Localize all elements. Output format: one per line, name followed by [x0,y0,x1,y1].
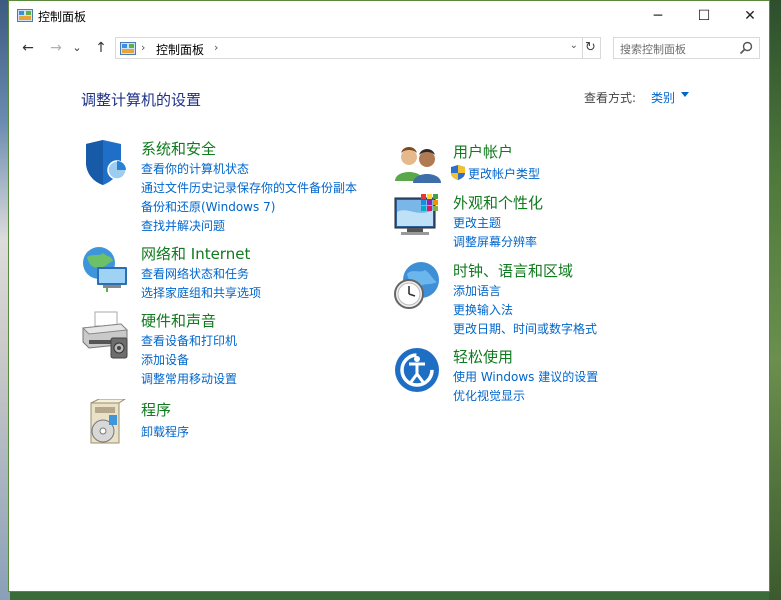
minimize-button[interactable]: ─ [635,1,681,32]
link-backup-restore[interactable]: 备份和还原(Windows 7) [141,198,275,215]
link-date-time-format[interactable]: 更改日期、时间或数字格式 [453,320,597,337]
users-icon[interactable] [393,141,443,191]
link-mobility-settings[interactable]: 调整常用移动设置 [141,370,237,387]
link-change-theme[interactable]: 更改主题 [453,214,501,231]
link-add-language[interactable]: 添加语言 [453,282,501,299]
control-panel-icon [17,9,33,22]
control-panel-icon [120,42,136,55]
clock-globe-icon[interactable] [393,260,443,310]
page-title: 调整计算机的设置 [81,91,202,109]
search-icon[interactable] [739,41,753,55]
link-optimize-visual-display[interactable]: 优化视觉显示 [453,387,525,404]
up-button[interactable]: ↑ [91,38,111,58]
recent-locations-button[interactable]: ⌄ [71,38,83,58]
category-clock-language-region: 时钟、语言和区域 添加语言 更换输入法 更改日期、时间或数字格式 [393,260,713,340]
category-title-user-accounts[interactable]: 用户帐户 [453,141,513,162]
link-uninstall-program[interactable]: 卸载程序 [141,423,189,440]
breadcrumb-control-panel[interactable]: 控制面板 [156,41,204,58]
category-ease-of-access: 轻松使用 使用 Windows 建议的设置 优化视觉显示 [393,346,733,406]
programs-icon[interactable] [81,399,131,449]
link-add-device[interactable]: 添加设备 [141,351,189,368]
search-input[interactable]: 搜索控制面板 [620,41,686,57]
printer-icon[interactable] [81,310,131,360]
category-title-hardware-sound[interactable]: 硬件和声音 [141,310,216,331]
desktop-background-right [769,0,781,600]
breadcrumb-separator[interactable]: › [214,41,218,54]
uac-shield-icon [451,165,465,180]
category-user-accounts: 用户帐户 更改帐户类型 [393,141,713,191]
link-screen-resolution[interactable]: 调整屏幕分辨率 [453,233,537,250]
link-view-computer-status[interactable]: 查看你的计算机状态 [141,160,249,177]
network-icon[interactable] [81,243,131,293]
category-title-system-security[interactable]: 系统和安全 [141,138,216,159]
control-panel-window: 控制面板 ─ ☐ ✕ ← → ⌄ ↑ › 控制面板 › ⌄ ↻ 搜索控制面板 调… [8,0,770,592]
forward-button[interactable]: → [46,38,66,58]
category-title-appearance[interactable]: 外观和个性化 [453,192,543,213]
window-title: 控制面板 [38,10,87,24]
category-title-programs[interactable]: 程序 [141,399,171,420]
breadcrumb-separator[interactable]: › [141,41,145,54]
address-dropdown-button[interactable]: ⌄ [570,40,578,51]
category-title-network-internet[interactable]: 网络和 Internet [141,243,250,264]
link-devices-printers[interactable]: 查看设备和打印机 [141,332,237,349]
link-network-status[interactable]: 查看网络状态和任务 [141,265,249,282]
link-troubleshoot[interactable]: 查找并解决问题 [141,217,225,234]
category-network-internet: 网络和 Internet 查看网络状态和任务 选择家庭组和共享选项 [81,243,381,303]
category-title-clock-language-region[interactable]: 时钟、语言和区域 [453,260,573,281]
link-change-account-type[interactable]: 更改帐户类型 [468,165,540,182]
chevron-down-icon[interactable] [681,92,689,97]
navigation-bar: ← → ⌄ ↑ › 控制面板 › ⌄ ↻ 搜索控制面板 [9,32,769,64]
search-box[interactable]: 搜索控制面板 [613,37,760,59]
category-system-security: 系统和安全 查看你的计算机状态 通过文件历史记录保存你的文件备份副本 备份和还原… [81,138,381,238]
shield-icon[interactable] [81,138,131,188]
link-file-history-backup[interactable]: 通过文件历史记录保存你的文件备份副本 [141,179,357,196]
link-homegroup-sharing[interactable]: 选择家庭组和共享选项 [141,284,261,301]
monitor-icon[interactable] [393,192,443,242]
category-appearance: 外观和个性化 更改主题 调整屏幕分辨率 [393,192,713,252]
category-title-ease-of-access[interactable]: 轻松使用 [453,346,513,367]
category-hardware-sound: 硬件和声音 查看设备和打印机 添加设备 调整常用移动设置 [81,310,381,390]
view-by-dropdown[interactable]: 类别 [651,89,675,106]
title-bar[interactable]: 控制面板 ─ ☐ ✕ [9,1,769,32]
link-windows-recommended-settings[interactable]: 使用 Windows 建议的设置 [453,368,598,385]
view-by-label: 查看方式: [584,91,637,105]
category-programs: 程序 卸载程序 [81,399,381,449]
ease-of-access-icon[interactable] [393,346,443,396]
maximize-button[interactable]: ☐ [681,1,727,32]
link-change-input-method[interactable]: 更换输入法 [453,301,513,318]
address-bar[interactable]: › 控制面板 › ⌄ [115,37,583,59]
back-button[interactable]: ← [18,38,38,58]
close-button[interactable]: ✕ [727,1,773,32]
refresh-button[interactable]: ↻ [581,37,601,59]
